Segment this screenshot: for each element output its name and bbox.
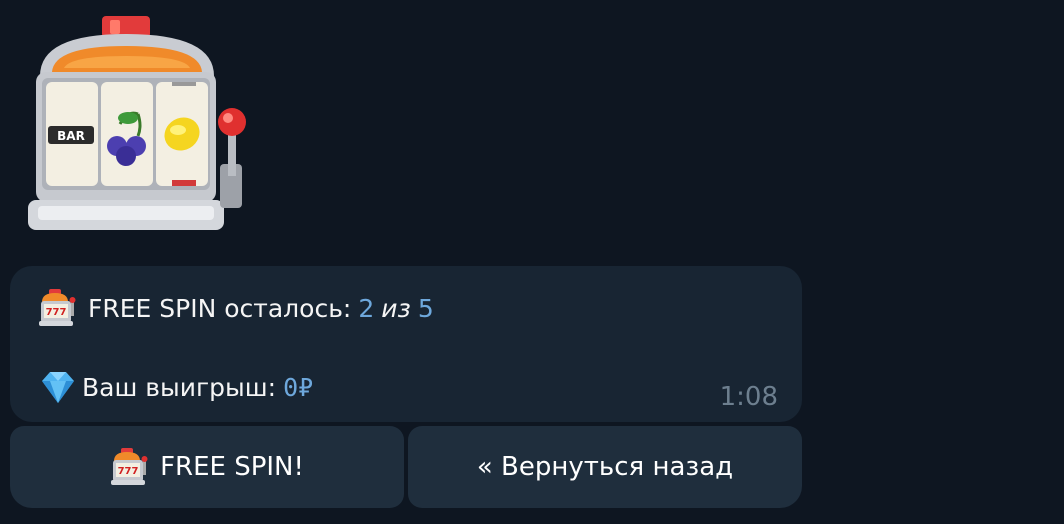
message-time: 1:08 xyxy=(719,382,778,412)
winnings-label: Ваш выигрыш: xyxy=(82,372,277,402)
gem-icon xyxy=(42,372,74,403)
winnings-amount: 0₽ xyxy=(283,372,314,402)
winnings-line: Ваш выигрыш: 0₽ xyxy=(38,367,313,407)
free-spin-separator: из xyxy=(381,293,411,323)
back-button[interactable]: « Вернуться назад xyxy=(408,426,802,508)
slot-machine-sticker: BAR xyxy=(28,16,246,230)
free-spin-count-line: 777 FREE SPIN осталось: 2 из 5 xyxy=(38,288,434,328)
sticker-bar-label: BAR xyxy=(57,129,85,143)
message-bubble: 777 FREE SPIN осталось: 2 из 5 Ваш выигр… xyxy=(10,266,802,422)
free-spin-button-label: FREE SPIN! xyxy=(160,452,304,482)
free-spin-current: 2 xyxy=(358,293,375,323)
slot-machine-icon: 777 xyxy=(39,289,76,326)
svg-text:777: 777 xyxy=(118,466,139,477)
free-spin-button[interactable]: 777 FREE SPIN! xyxy=(10,426,404,508)
back-button-label: « Вернуться назад xyxy=(476,452,734,482)
slot-machine-icon: 777 xyxy=(111,448,148,485)
svg-text:777: 777 xyxy=(46,307,67,318)
free-spin-label: FREE SPIN осталось: xyxy=(88,293,352,323)
free-spin-total: 5 xyxy=(417,293,434,323)
